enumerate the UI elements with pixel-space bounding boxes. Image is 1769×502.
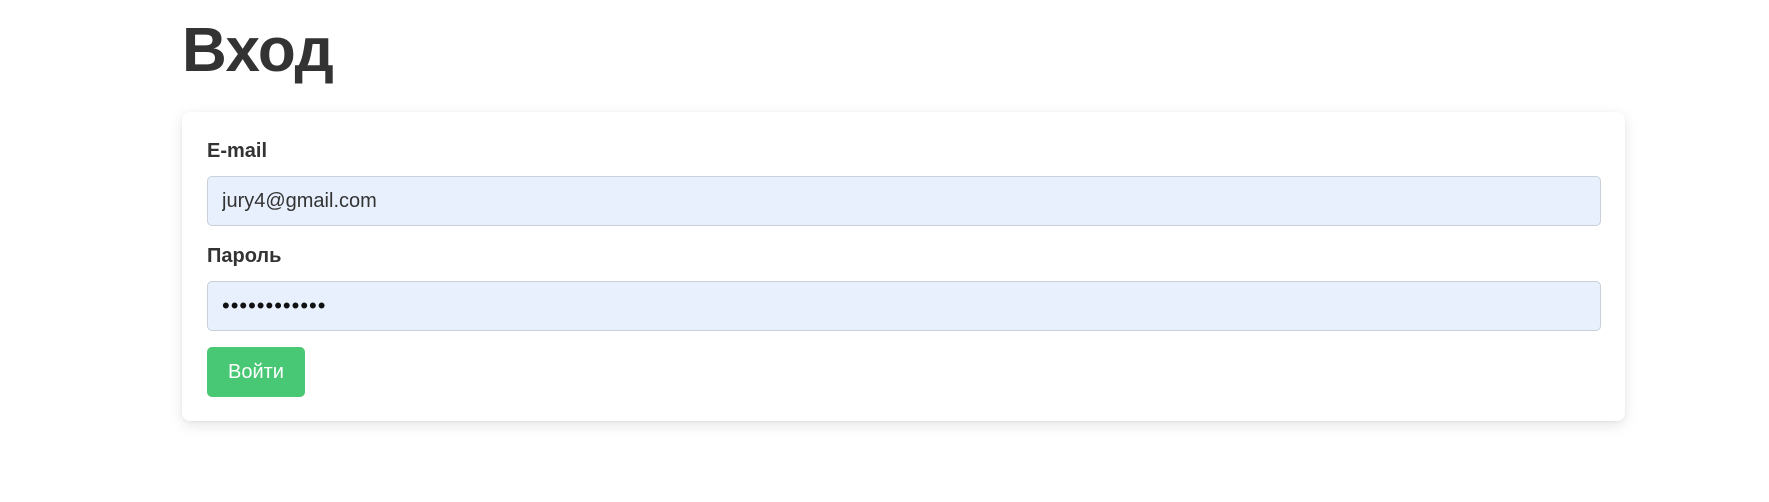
password-label: Пароль (207, 245, 282, 267)
login-form: E-mail Пароль Войти (182, 112, 1625, 421)
page-title: Вход (182, 16, 334, 85)
password-field[interactable] (207, 281, 1601, 331)
email-field[interactable] (207, 176, 1601, 226)
login-button[interactable]: Войти (207, 347, 305, 397)
email-label: E-mail (207, 140, 268, 162)
login-page: Вход E-mail Пароль Войти (0, 0, 1769, 502)
